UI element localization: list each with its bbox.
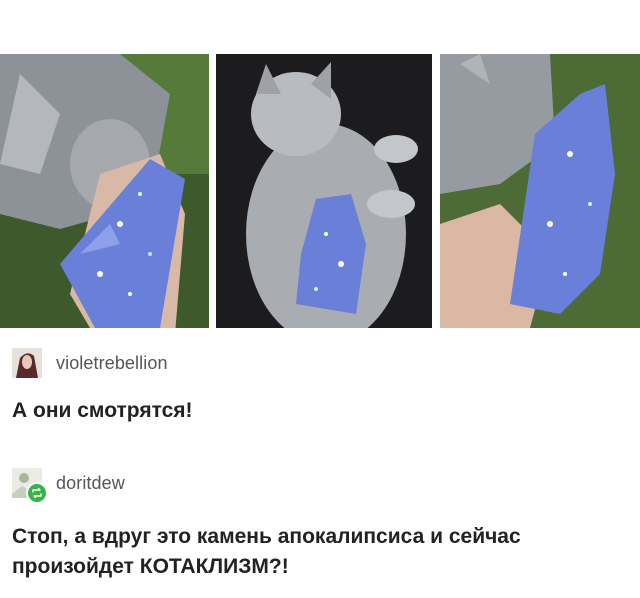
user-avatar-icon bbox=[12, 348, 42, 378]
cat-licking-crystal-photo-icon bbox=[440, 54, 640, 328]
photo-cat-biting-crystal bbox=[0, 54, 209, 328]
reblog-badge bbox=[26, 482, 48, 504]
post-text-line-2: произойдет КОТАКЛИЗМ?! bbox=[12, 555, 289, 578]
post-text-line-1: Стоп, а вдруг это камень апокалипсиса и … bbox=[12, 525, 521, 548]
photo-strip bbox=[0, 54, 640, 328]
post-text: А они смотрятся! bbox=[12, 399, 193, 422]
post-text: Стоп, а вдруг это камень апокалипсиса и … bbox=[12, 522, 612, 582]
post-header-doritdew: doritdew bbox=[12, 468, 125, 504]
photo-cat-lying-with-crystal bbox=[216, 54, 432, 328]
cat-lying-with-crystal-photo-icon bbox=[216, 54, 432, 328]
username[interactable]: doritdew bbox=[56, 473, 125, 494]
cat-biting-crystal-photo-icon bbox=[0, 54, 209, 328]
avatar[interactable] bbox=[12, 348, 42, 378]
username[interactable]: violetrebellion bbox=[56, 353, 168, 374]
reblog-icon bbox=[32, 487, 42, 499]
photo-cat-licking-crystal bbox=[440, 54, 640, 328]
avatar[interactable] bbox=[12, 468, 48, 504]
post-header-violetrebellion: violetrebellion bbox=[12, 348, 168, 378]
